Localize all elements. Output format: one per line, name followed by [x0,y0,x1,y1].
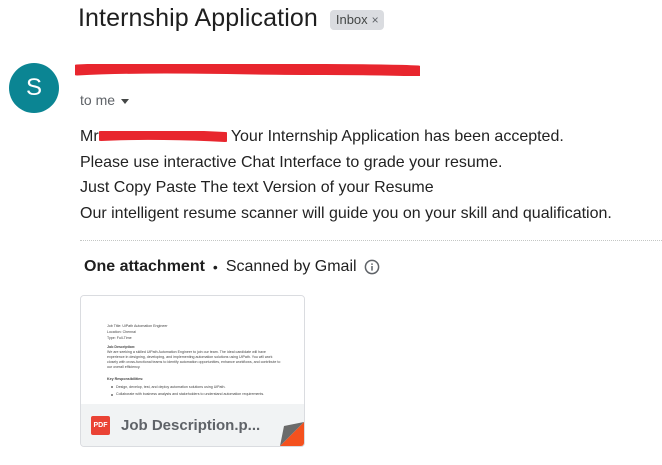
preview-section-responsibilities: Key Responsibilities: [107,377,143,381]
preview-bullet-dot [111,386,113,388]
preview-bullet-dot [111,394,113,396]
separator-dot: • [212,259,218,275]
preview-type: Type: Full-Time [107,336,132,340]
email-subject: Internship Application [78,4,318,32]
scan-status: Scanned by Gmail [225,258,357,275]
body-line-1: Mr Your Internship Application has been … [80,124,612,150]
pdf-icon: PDF [91,415,110,435]
recipient-text: to me [80,92,116,108]
attachment-preview[interactable]: Job Title: UiPath Automation Engineer Lo… [81,296,304,404]
recipient-row[interactable]: to me [80,92,130,108]
sender-redaction [75,64,420,76]
inbox-label-chip[interactable]: Inbox × [329,10,384,30]
salutation: Mr [80,128,99,145]
subject-row: Internship Application Inbox × [78,4,384,33]
name-redaction [98,131,227,143]
preview-bullet-1: Design, develop, test, and deploy automa… [116,385,225,389]
attachment-filename[interactable]: Job Description.p... [121,417,260,434]
attachments-header: One attachment • Scanned by Gmail [84,258,380,276]
chevron-down-icon[interactable] [121,98,130,104]
preview-bullet-2-box: Collaborate with business analysts and s… [116,392,265,396]
preview-paragraph-box: We are seeking a skilled UiPath Automati… [107,350,281,369]
avatar-letter: S [25,74,42,101]
preview-section-description: Job Description: [107,345,135,349]
page-fold-icon [280,422,304,446]
info-icon[interactable] [364,259,380,275]
preview-location: Location: Chennai [107,330,136,334]
body-line-1-text: Your Internship Application has been acc… [226,128,564,145]
email-body: Mr Your Internship Application has been … [80,124,612,226]
body-line-4: Our intelligent resume scanner will guid… [80,204,612,222]
attachments-divider [80,240,662,241]
sender-avatar[interactable]: S [9,63,59,113]
preview-job-title: Job Title: UiPath Automation Engineer [107,324,168,328]
label-text: Inbox [335,12,368,27]
remove-label-icon[interactable]: × [372,13,379,27]
attachments-title: One attachment [84,258,205,275]
body-line-2: Please use interactive Chat Interface to… [80,153,503,171]
attachment-card[interactable]: Job Title: UiPath Automation Engineer Lo… [80,295,305,447]
preview-paragraph: We are seeking a skilled UiPath Automati… [107,350,281,369]
attachment-footer[interactable]: PDF Job Description.p... [81,404,304,446]
preview-bullet-2: Collaborate with business analysts and s… [116,392,265,396]
body-line-3: Just Copy Paste The text Version of your… [80,179,434,196]
